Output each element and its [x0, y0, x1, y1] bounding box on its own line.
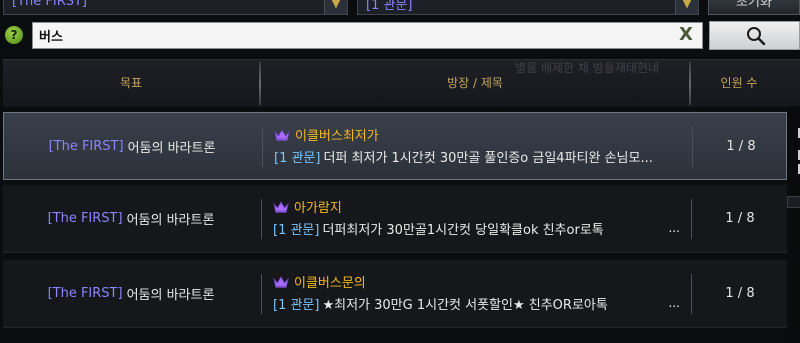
table-header: 목표 방장 / 제목 인원 수 [3, 59, 800, 107]
dungeon-select-value: [1 관문] [366, 0, 413, 13]
search-input[interactable] [39, 25, 659, 45]
target-cell: [The FIRST] 어둠의 바라트론 [4, 113, 260, 179]
leader-name: 이클버스문의 [294, 275, 366, 291]
leader-line: 이클버스문의 [273, 272, 366, 291]
side-panel-edge [788, 106, 800, 343]
server-label: [The FIRST] [47, 211, 123, 226]
search-button[interactable] [709, 21, 800, 50]
more-ellipsis: ... [668, 296, 680, 310]
reset-button[interactable]: 초기화 [708, 0, 800, 15]
header-target[interactable]: 목표 [3, 60, 259, 107]
member-count: 1 / 8 [725, 286, 755, 301]
crown-icon [273, 200, 289, 213]
search-icon [747, 27, 766, 46]
side-panel-tab[interactable] [787, 196, 800, 208]
stage-tag: [1 관문] [273, 298, 320, 313]
cell-divider [691, 274, 692, 314]
cell-divider [261, 274, 262, 314]
party-title-text: 더퍼최저가 30만골1시간컷 당일확클ok 친추or로톡 [322, 223, 604, 238]
party-row[interactable]: [The FIRST] 어둠의 바라트론 아가람지 [1 관문] 더퍼최저가 30… [3, 185, 787, 253]
member-count: 1 / 8 [725, 211, 755, 226]
leader-name: 아가람지 [294, 200, 342, 216]
stage-tag: [1 관문] [273, 223, 320, 238]
more-ellipsis: ... [668, 221, 680, 235]
stage-tag: [1 관문] [274, 151, 321, 166]
leader-line: 이클버스최저가 [274, 125, 379, 144]
help-icon[interactable]: ? [5, 26, 23, 44]
target-cell: [The FIRST] 어둠의 바라트론 [3, 185, 259, 252]
crown-icon [274, 128, 290, 141]
server-label: [The FIRST] [48, 138, 124, 154]
leader-name: 이클버스최저가 [295, 128, 379, 144]
party-title: [1 관문] 더퍼 최저가 1시간컷 30만골 풀인증o 금일4파티완 손님모..… [274, 147, 689, 166]
search-field[interactable]: X [32, 22, 703, 49]
server-label: [The FIRST] [47, 286, 123, 301]
party-title: [1 관문] 더퍼최저가 30만골1시간컷 당일확클ok 친추or로톡 [273, 219, 688, 238]
title-cell: 이클버스최저가 [1 관문] 더퍼 최저가 1시간컷 30만골 풀인증o 금일4파… [274, 113, 689, 179]
server-select[interactable]: [The FIRST] ▼ [3, 0, 348, 15]
dungeon-label: 어둠의 바라트론 [126, 213, 215, 228]
party-row[interactable]: [The FIRST] 어둠의 바라트론 이클버스문의 [1 관문] ★최저가 3… [3, 260, 787, 328]
party-title: [1 관문] ★최저가 30만G 1시간컷 서폿할인★ 친추OR로아톡 [273, 294, 688, 313]
dungeon-label: 어둠의 바라트론 [127, 140, 216, 156]
cell-divider [691, 199, 692, 239]
background-hint-text: 별을 배제한 채 방을재태현네 [515, 61, 659, 75]
title-cell: 아가람지 [1 관문] 더퍼최저가 30만골1시간컷 당일확클ok 친추or로톡 … [273, 185, 688, 252]
party-finder-window: [The FIRST] ▼ [1 관문] ▼ 초기화 ? X 목표 방장 / 제… [0, 0, 800, 343]
party-title-text: 더퍼 최저가 1시간컷 30만골 풀인증o 금일4파티완 손님모... [323, 151, 653, 166]
header-count[interactable]: 인원 수 [691, 60, 787, 107]
leader-line: 아가람지 [273, 197, 342, 216]
cell-divider [261, 199, 262, 239]
cell-divider [692, 127, 693, 167]
crown-icon [273, 275, 289, 288]
member-count: 1 / 8 [726, 138, 756, 154]
dungeon-select[interactable]: [1 관문] ▼ [357, 0, 699, 15]
target-cell: [The FIRST] 어둠의 바라트론 [3, 260, 259, 327]
clear-search-icon[interactable]: X [676, 24, 696, 46]
server-select-value: [The FIRST] [12, 0, 87, 9]
party-row[interactable]: [The FIRST] 어둠의 바라트론 이클버스최저가 [1 관문] 더퍼 최저… [3, 112, 787, 180]
chevron-down-icon[interactable]: ▼ [324, 0, 347, 14]
dungeon-label: 어둠의 바라트론 [126, 288, 215, 303]
chevron-down-icon[interactable]: ▼ [675, 0, 698, 14]
title-cell: 이클버스문의 [1 관문] ★최저가 30만G 1시간컷 서폿할인★ 친추OR로아… [273, 260, 688, 327]
party-title-text: ★최저가 30만G 1시간컷 서폿할인★ 친추OR로아톡 [322, 298, 608, 313]
cell-divider [262, 127, 263, 167]
